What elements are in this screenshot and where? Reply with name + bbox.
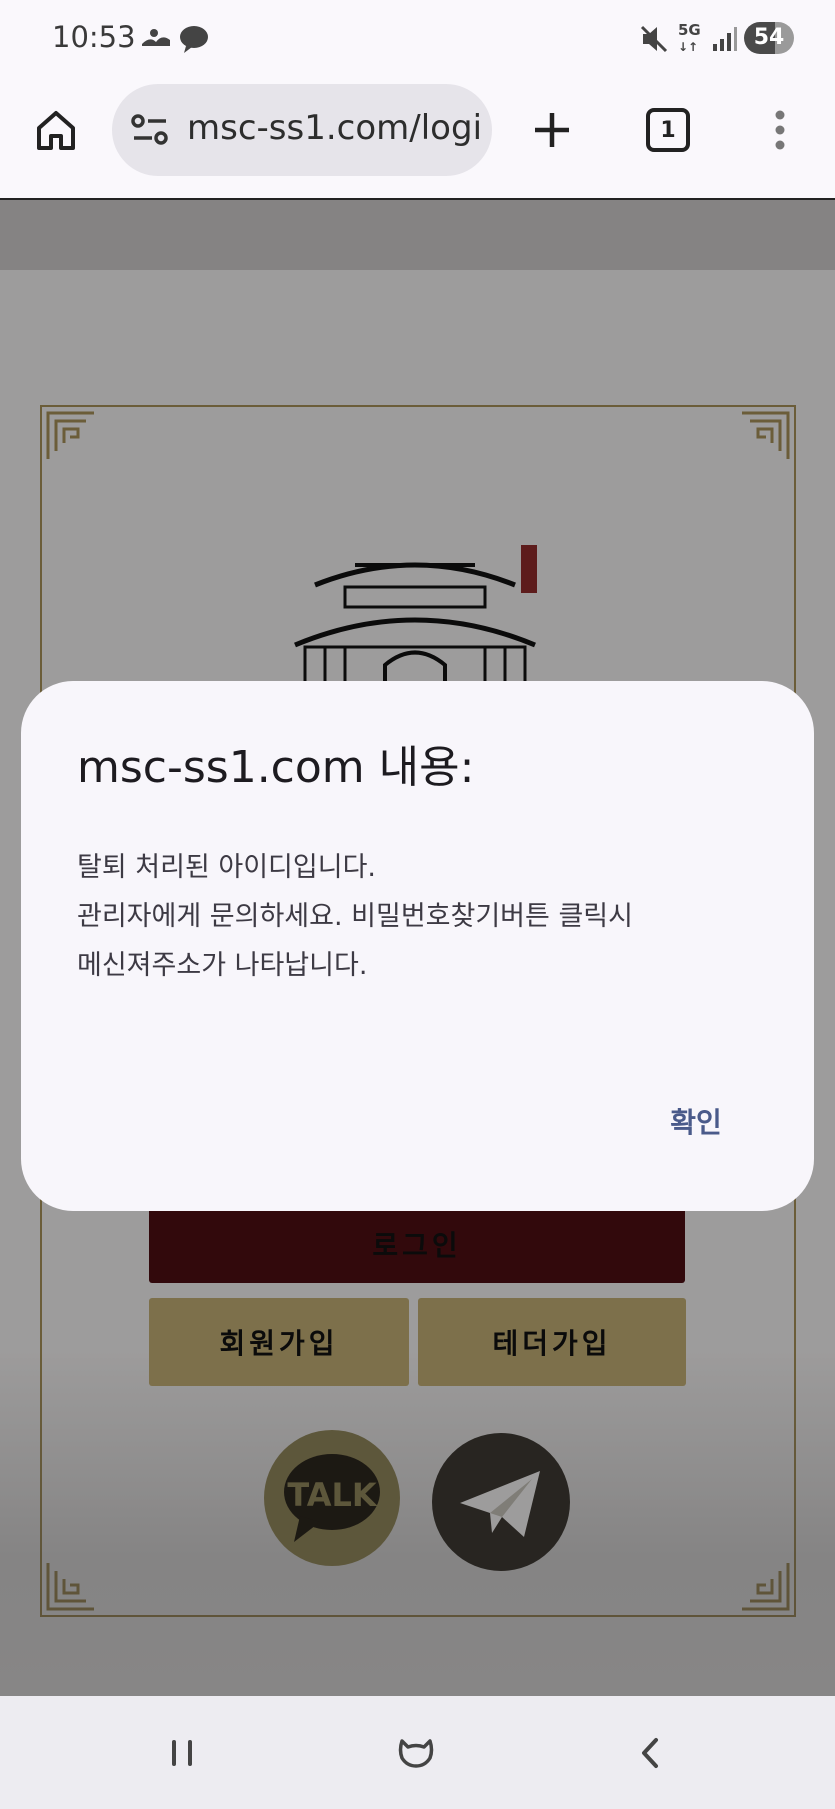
dialog-message-line: 메신져주소가 나타납니다.: [77, 950, 368, 981]
url-text[interactable]: msc-ss1.com/login: [187, 108, 482, 148]
dialog-message: 탈퇴 처리된 아이디입니다. 관리자에게 문의하세요. 비밀번호찾기버튼 클릭시…: [77, 843, 767, 990]
status-bar: 10:53 5G ↓↑ 54: [0, 0, 835, 78]
home-nav-button[interactable]: [386, 1726, 446, 1780]
back-button[interactable]: [620, 1726, 680, 1780]
system-nav-bar: [0, 1696, 835, 1809]
back-icon: [642, 1738, 658, 1768]
tab-switcher-button[interactable]: 1: [640, 102, 696, 158]
weather-icon: [140, 26, 172, 54]
dialog-message-line: 관리자에게 문의하세요. 비밀번호찾기버튼 클릭시: [77, 901, 633, 932]
site-info-icon[interactable]: [130, 112, 170, 152]
status-time: 10:53: [52, 20, 136, 54]
recent-apps-icon: [172, 1740, 192, 1766]
browser-toolbar: msc-ss1.com/login 1: [0, 78, 835, 200]
dialog-ok-button[interactable]: 확인: [641, 1091, 751, 1151]
home-nav-icon: [398, 1739, 434, 1768]
battery-icon: 54: [744, 22, 794, 54]
more-menu-icon: [775, 110, 785, 150]
5g-icon: 5G ↓↑: [678, 21, 701, 54]
recent-apps-button[interactable]: [152, 1726, 212, 1780]
tab-switcher-icon: 1: [646, 108, 690, 152]
messenger-icon: [178, 24, 210, 58]
address-bar[interactable]: msc-ss1.com/login: [112, 84, 492, 176]
mute-icon: [640, 24, 668, 58]
new-tab-icon: [535, 113, 569, 147]
new-tab-button[interactable]: [524, 102, 580, 158]
alert-dialog: msc-ss1.com 내용: 탈퇴 처리된 아이디입니다. 관리자에게 문의하…: [21, 681, 814, 1211]
more-menu-button[interactable]: [760, 102, 800, 158]
network-label: 5G: [678, 21, 701, 39]
dialog-message-line: 탈퇴 처리된 아이디입니다.: [77, 852, 376, 883]
dialog-title: msc-ss1.com 내용:: [77, 742, 475, 793]
home-button[interactable]: [28, 102, 84, 158]
home-icon: [37, 111, 75, 150]
signal-icon: [712, 26, 738, 56]
